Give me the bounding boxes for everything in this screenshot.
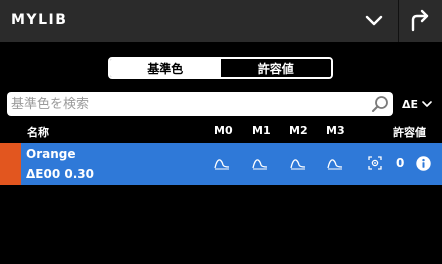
column-header-m2: M2 [289,124,308,137]
search-icon[interactable] [371,95,389,113]
spectral-curve-icon[interactable] [327,156,343,170]
search-input[interactable] [11,92,366,116]
column-header-m0: M0 [214,124,233,137]
segment-reference-color[interactable]: 基準色 [110,59,221,77]
table-row[interactable]: Orange ΔE00 0.30 0 [0,143,442,185]
top-bar: MYLIB [0,0,442,42]
spectral-curve-icon[interactable] [214,156,230,170]
row-delta: ΔE00 0.30 [26,167,94,181]
spectral-curve-icon[interactable] [252,156,268,170]
column-header-name: 名称 [27,126,49,139]
app-title: MYLIB [11,12,68,28]
spectral-curve-icon[interactable] [290,156,306,170]
column-header-m1: M1 [252,124,271,137]
redo-arrow-icon [411,9,429,32]
segmented-control: 基準色 許容値 [108,57,333,79]
search-box [7,92,393,116]
chevron-down-icon [422,101,432,107]
toolbar-divider [398,0,399,42]
row-tolerance: 0 [396,156,405,170]
sort-dropdown[interactable]: ΔE [402,96,432,112]
info-icon[interactable] [416,156,431,171]
segment-tolerance[interactable]: 許容値 [220,59,331,77]
target-icon[interactable] [368,156,382,170]
sort-label: ΔE [402,97,419,111]
redo-button[interactable] [403,6,435,36]
dropdown-button[interactable] [358,6,390,36]
row-name: Orange [26,147,76,161]
column-header-tolerance: 許容値 [393,126,426,139]
column-header-m3: M3 [326,124,345,137]
color-swatch [0,143,21,185]
chevron-down-icon [365,15,383,26]
